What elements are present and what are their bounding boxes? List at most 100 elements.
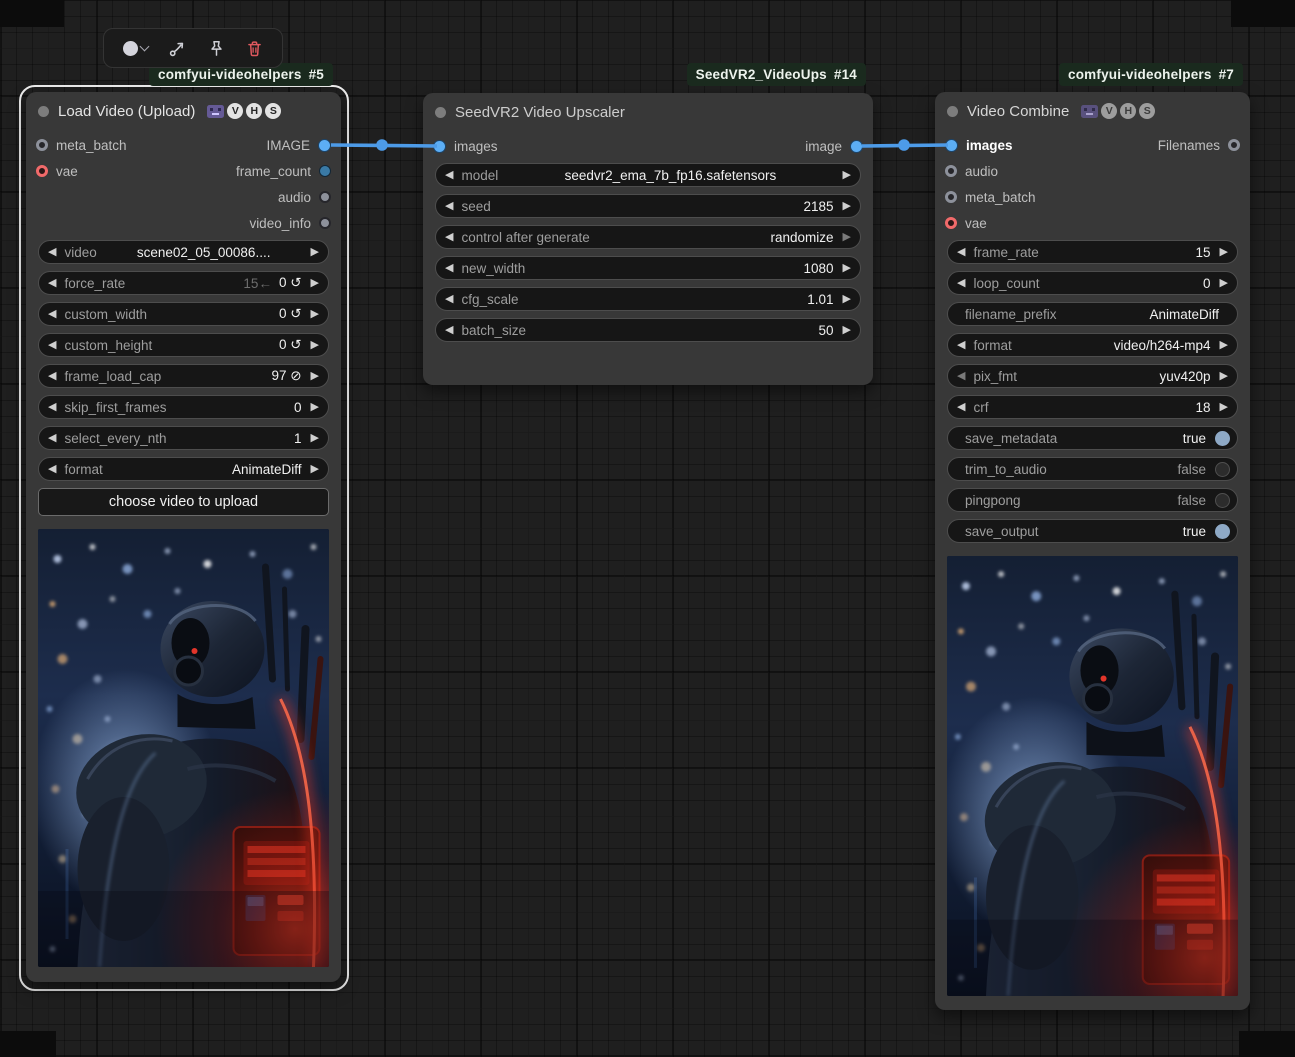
stepper-left-icon[interactable]: ◀	[445, 170, 453, 181]
node-header[interactable]: SeedVR2 Video Upscaler	[423, 93, 873, 131]
output-port-image[interactable]	[850, 140, 863, 153]
stepper-right-icon[interactable]: ▶	[1220, 371, 1228, 382]
widget-row-pingpong[interactable]: pingpong false	[947, 488, 1238, 512]
link-midpoint-dot[interactable]	[376, 139, 388, 151]
widget-row-model[interactable]: ◀ model seedvr2_ema_7b_fp16.safetensors …	[435, 163, 861, 187]
stepper-right-icon[interactable]: ▶	[311, 340, 319, 351]
stepper-left-icon[interactable]: ◀	[48, 464, 56, 475]
stepper-right-icon[interactable]: ▶	[311, 433, 319, 444]
stepper-left-icon[interactable]: ◀	[957, 278, 965, 289]
widget-row-format[interactable]: ◀ format video/h264-mp4 ▶	[947, 333, 1238, 357]
stepper-left-icon[interactable]: ◀	[48, 247, 56, 258]
widget-row-control-after-generate[interactable]: ◀ control after generate randomize ▶	[435, 225, 861, 249]
badge-pack: comfyui-videohelpers	[1068, 67, 1212, 82]
stepper-right-icon[interactable]: ▶	[311, 464, 319, 475]
stepper-right-icon[interactable]: ▶	[843, 325, 851, 336]
widget-row-frame-load-cap[interactable]: ◀ frame_load_cap 97 ⊘ ▶	[38, 364, 329, 388]
stepper-right-icon[interactable]: ▶	[311, 402, 319, 413]
vhs-s-icon: S	[1139, 103, 1155, 119]
stepper-left-icon[interactable]: ◀	[957, 402, 965, 413]
widget-row-frame-rate[interactable]: ◀ frame_rate 15 ▶	[947, 240, 1238, 264]
route-button[interactable]	[169, 40, 186, 57]
stepper-right-icon[interactable]: ▶	[1220, 278, 1228, 289]
stepper-left-icon[interactable]: ◀	[445, 263, 453, 274]
input-port-images[interactable]	[945, 139, 958, 152]
stepper-left-icon[interactable]: ◀	[445, 201, 453, 212]
widget-row-custom-width[interactable]: ◀ custom_width 0 ↺ ▶	[38, 302, 329, 326]
comfyui-canvas[interactable]: { "ui": { "arrow_left": "◀", "arrow_righ…	[0, 0, 1295, 1057]
output-label: audio	[278, 190, 311, 205]
stepper-left-icon[interactable]: ◀	[48, 340, 56, 351]
stepper-left-icon[interactable]: ◀	[48, 278, 56, 289]
stepper-right-icon[interactable]: ▶	[311, 278, 319, 289]
input-port-vae[interactable]	[945, 217, 957, 229]
delete-node-button[interactable]	[246, 40, 263, 57]
input-port-meta-batch[interactable]	[945, 191, 957, 203]
widget-row-skip-first-frames[interactable]: ◀ skip_first_frames 0 ▶	[38, 395, 329, 419]
stepper-right-icon[interactable]: ▶	[311, 309, 319, 320]
stepper-left-icon[interactable]: ◀	[957, 340, 965, 351]
stepper-left-icon[interactable]: ◀	[445, 325, 453, 336]
widget-row-format[interactable]: ◀ format AnimateDiff ▶	[38, 457, 329, 481]
node-color-swatch-button[interactable]	[123, 41, 148, 56]
input-port-images[interactable]	[433, 140, 446, 153]
node-header[interactable]: Video Combine V H S	[935, 92, 1250, 130]
node-header[interactable]: Load Video (Upload) V H S	[26, 92, 341, 130]
widget-row-loop-count[interactable]: ◀ loop_count 0 ▶	[947, 271, 1238, 295]
widget-row-filename-prefix[interactable]: filename_prefix AnimateDiff	[947, 302, 1238, 326]
output-port-audio[interactable]	[319, 191, 331, 203]
node-badge: SeedVR2_VideoUps#14	[687, 63, 866, 86]
widget-row-save-metadata[interactable]: save_metadata true	[947, 426, 1238, 450]
output-port-image[interactable]	[318, 139, 331, 152]
stepper-left-icon[interactable]: ◀	[48, 309, 56, 320]
widget-row-force-rate[interactable]: ◀ force_rate 15← 0 ↺ ▶	[38, 271, 329, 295]
stepper-right-icon[interactable]: ▶	[843, 263, 851, 274]
output-port-video-info[interactable]	[319, 217, 331, 229]
stepper-right-icon[interactable]: ▶	[311, 247, 319, 258]
stepper-right-icon[interactable]: ▶	[843, 201, 851, 212]
stepper-right-icon[interactable]: ▶	[311, 371, 319, 382]
node-load-video[interactable]: comfyui-videohelpers#5 Load Video (Uploa…	[26, 92, 341, 982]
pin-button[interactable]	[208, 40, 225, 57]
widget-row-video[interactable]: ◀ video scene02_05_00086.... ▶	[38, 240, 329, 264]
output-port-frame-count[interactable]	[319, 165, 331, 177]
collapse-dot[interactable]	[947, 106, 958, 117]
canvas-corner-bottom-right	[1239, 1031, 1295, 1057]
widget-row-pix-fmt[interactable]: ◀ pix_fmt yuv420p ▶	[947, 364, 1238, 388]
widget-row-cfg-scale[interactable]: ◀ cfg_scale 1.01 ▶	[435, 287, 861, 311]
widget-row-select-every-nth[interactable]: ◀ select_every_nth 1 ▶	[38, 426, 329, 450]
stepper-left-icon[interactable]: ◀	[48, 433, 56, 444]
input-port-meta-batch[interactable]	[36, 139, 48, 151]
collapse-dot[interactable]	[435, 107, 446, 118]
widget-row-seed[interactable]: ◀ seed 2185 ▶	[435, 194, 861, 218]
slot-row: video_info	[26, 210, 341, 236]
stepper-left-icon[interactable]: ◀	[957, 371, 965, 382]
link-midpoint-dot[interactable]	[898, 139, 910, 151]
input-port-audio[interactable]	[945, 165, 957, 177]
stepper-right-icon[interactable]: ▶	[843, 232, 851, 243]
node-video-combine[interactable]: comfyui-videohelpers#7 Video Combine V H…	[935, 92, 1250, 1010]
stepper-right-icon[interactable]: ▶	[1220, 247, 1228, 258]
stepper-left-icon[interactable]: ◀	[445, 232, 453, 243]
node-seedvr2-upscaler[interactable]: SeedVR2_VideoUps#14 SeedVR2 Video Upscal…	[423, 93, 873, 385]
stepper-right-icon[interactable]: ▶	[1220, 340, 1228, 351]
stepper-right-icon[interactable]: ▶	[1220, 402, 1228, 413]
widget-row-new-width[interactable]: ◀ new_width 1080 ▶	[435, 256, 861, 280]
widget-row-save-output[interactable]: save_output true	[947, 519, 1238, 543]
stepper-left-icon[interactable]: ◀	[957, 247, 965, 258]
stepper-left-icon[interactable]: ◀	[48, 402, 56, 413]
output-port-filenames[interactable]	[1228, 139, 1240, 151]
collapse-dot[interactable]	[38, 106, 49, 117]
widget-row-custom-height[interactable]: ◀ custom_height 0 ↺ ▶	[38, 333, 329, 357]
stepper-right-icon[interactable]: ▶	[843, 170, 851, 181]
stepper-left-icon[interactable]: ◀	[48, 371, 56, 382]
stepper-left-icon[interactable]: ◀	[445, 294, 453, 305]
vhs-logo: V H S	[1081, 103, 1155, 119]
input-port-vae[interactable]	[36, 165, 48, 177]
widget-row-batch-size[interactable]: ◀ batch_size 50 ▶	[435, 318, 861, 342]
choose-video-button[interactable]: choose video to upload	[38, 488, 329, 516]
widget-row-trim-to-audio[interactable]: trim_to_audio false	[947, 457, 1238, 481]
stepper-right-icon[interactable]: ▶	[843, 294, 851, 305]
widget-row-crf[interactable]: ◀ crf 18 ▶	[947, 395, 1238, 419]
video-preview	[38, 529, 329, 967]
